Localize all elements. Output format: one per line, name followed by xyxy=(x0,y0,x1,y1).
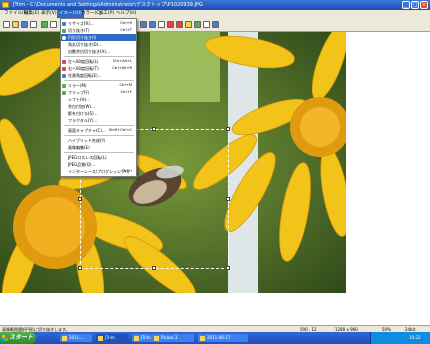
rotate-left-icon xyxy=(62,59,66,64)
taskbar-item-picasa[interactable]: Picasa 3 xyxy=(152,334,194,342)
taskbar-item-jtrim[interactable]: JTrim xyxy=(96,334,128,342)
canvas-empty-area xyxy=(346,32,430,293)
menu-item-mirror[interactable]: ミラー(M) Ctrl+M xyxy=(61,82,136,89)
title-bar: JTrim - C:\Documents and Settings\Admini… xyxy=(0,0,430,10)
menu-item-edit-image[interactable]: 画像編集(E) xyxy=(61,144,136,151)
menu-item-jpeg-quality[interactable]: JPEG品質(Q)... xyxy=(61,161,136,168)
menu-item-circle-crop[interactable]: 円形切り抜き(I) xyxy=(61,34,136,41)
picasa-icon xyxy=(154,335,159,341)
crop-icon[interactable] xyxy=(212,21,219,28)
menu-item-fractal[interactable]: フラクタル(Y)... xyxy=(61,117,136,124)
color-icon[interactable] xyxy=(194,21,201,28)
new-icon[interactable] xyxy=(3,21,10,28)
system-tray: 10:22 xyxy=(370,332,430,344)
selection-handle[interactable] xyxy=(226,197,230,201)
menu-item-shift[interactable]: シフト(H)... xyxy=(61,96,136,103)
menu-item-auto-crop[interactable]: 自動余白切り抜き(A)... xyxy=(61,48,136,55)
image-menu-dropdown: リサイズ(R)... Ctrl+R 切り抜き(T) Ctrl+T 円形切り抜き(I)… xyxy=(60,18,137,177)
mirror-icon xyxy=(62,83,66,88)
menu-help[interactable]: ヘルプ(H) xyxy=(114,10,138,18)
copy-icon[interactable] xyxy=(50,21,57,28)
menu-item-interlace[interactable]: インターレース/プログレッシブ(I) Ctrl+I xyxy=(61,168,136,175)
menu-separator xyxy=(64,135,134,136)
window-title: JTrim - C:\Documents and Settings\Admini… xyxy=(13,2,203,8)
menu-item-arbitrary-rotate[interactable]: 任意角度回転(E)... xyxy=(61,72,136,79)
selection-handle[interactable] xyxy=(78,197,82,201)
rotate-icon xyxy=(62,73,66,78)
fit-icon[interactable] xyxy=(158,21,165,28)
resize-icon[interactable] xyxy=(203,21,210,28)
flip-icon xyxy=(62,90,66,95)
menu-item-round-crop[interactable]: 角丸切り抜き(D)... xyxy=(61,41,136,48)
menu-separator xyxy=(64,125,134,126)
menu-item-flip[interactable]: フリップ(F) Ctrl+F xyxy=(61,89,136,96)
selection-handle[interactable] xyxy=(152,266,156,270)
close-button[interactable]: × xyxy=(420,1,428,9)
zoom-out-icon[interactable] xyxy=(149,21,156,28)
menu-item-rotate-left[interactable]: 左へ90度回転(L) Ctrl+Alt+L xyxy=(61,58,136,65)
canvas-empty-area-bottom xyxy=(0,293,430,325)
menu-item-hybrid[interactable]: ハイブリッド合成(Y) xyxy=(61,137,136,144)
menu-separator xyxy=(64,152,134,153)
folder-icon xyxy=(62,335,67,341)
menu-item-rotate-right[interactable]: 右へ90度回転(T) Ctrl+Alt+R xyxy=(61,65,136,72)
menu-item-margin[interactable]: 余白付加(W)... xyxy=(61,103,136,110)
folder-icon xyxy=(200,335,205,341)
selection-handle[interactable] xyxy=(226,266,230,270)
maximize-button[interactable]: □ xyxy=(411,1,419,9)
jtrim-icon xyxy=(98,335,103,341)
start-button[interactable]: スタート xyxy=(0,332,36,344)
rotate-right-icon[interactable] xyxy=(176,21,183,28)
selection-handle[interactable] xyxy=(152,127,156,131)
save-icon[interactable] xyxy=(21,21,28,28)
windows-logo-icon xyxy=(2,335,8,341)
menu-item-screen-capture[interactable]: 画面キャプチャ(C)... Shift+Ctrl+C xyxy=(61,127,136,134)
menu-separator xyxy=(64,80,134,81)
rotate-right-icon xyxy=(62,66,66,71)
menu-view[interactable]: 表示(V) xyxy=(39,10,59,18)
taskbar: スタート 2011-... JTrim JTrim - ... Picasa 3… xyxy=(0,332,430,344)
clock: 10:22 xyxy=(409,335,421,340)
taskbar-item[interactable]: 2011-... xyxy=(60,334,92,342)
menu-separator xyxy=(64,56,134,57)
menu-bar: ファイル(F) 編集(E) 表示(V) イメージ(I) カラー(C) 加工(P)… xyxy=(0,10,430,18)
menu-item-resize[interactable]: リサイズ(R)... Ctrl+R xyxy=(61,20,136,27)
jtrim-icon xyxy=(134,335,139,341)
undo-icon[interactable] xyxy=(41,21,48,28)
rotate-left-icon[interactable] xyxy=(167,21,174,28)
resize-icon xyxy=(62,21,66,26)
menu-item-crop[interactable]: 切り抜き(T) Ctrl+T xyxy=(61,27,136,34)
brightness-icon[interactable] xyxy=(185,21,192,28)
open-folder-icon[interactable] xyxy=(12,21,19,28)
app-icon xyxy=(2,2,9,8)
print-icon[interactable] xyxy=(30,21,37,28)
image-canvas[interactable] xyxy=(0,32,346,293)
menu-item-shadow[interactable]: 影を付ける(S)... xyxy=(61,110,136,117)
minimize-button[interactable]: _ xyxy=(402,1,410,9)
taskbar-item-folder[interactable]: 2011-08-17 xyxy=(198,334,248,342)
status-bar: 画像範囲選択円形に切り抜きします。 500 , 12 1280 x 960 50… xyxy=(0,325,430,332)
zoom-in-icon[interactable] xyxy=(140,21,147,28)
menu-item-jpeg-lossless[interactable]: JPEGロスレス回転(L) xyxy=(61,154,136,161)
circle-icon xyxy=(62,35,66,40)
selection-handle[interactable] xyxy=(226,127,230,131)
crop-icon xyxy=(62,28,66,33)
selection-handle[interactable] xyxy=(78,266,82,270)
